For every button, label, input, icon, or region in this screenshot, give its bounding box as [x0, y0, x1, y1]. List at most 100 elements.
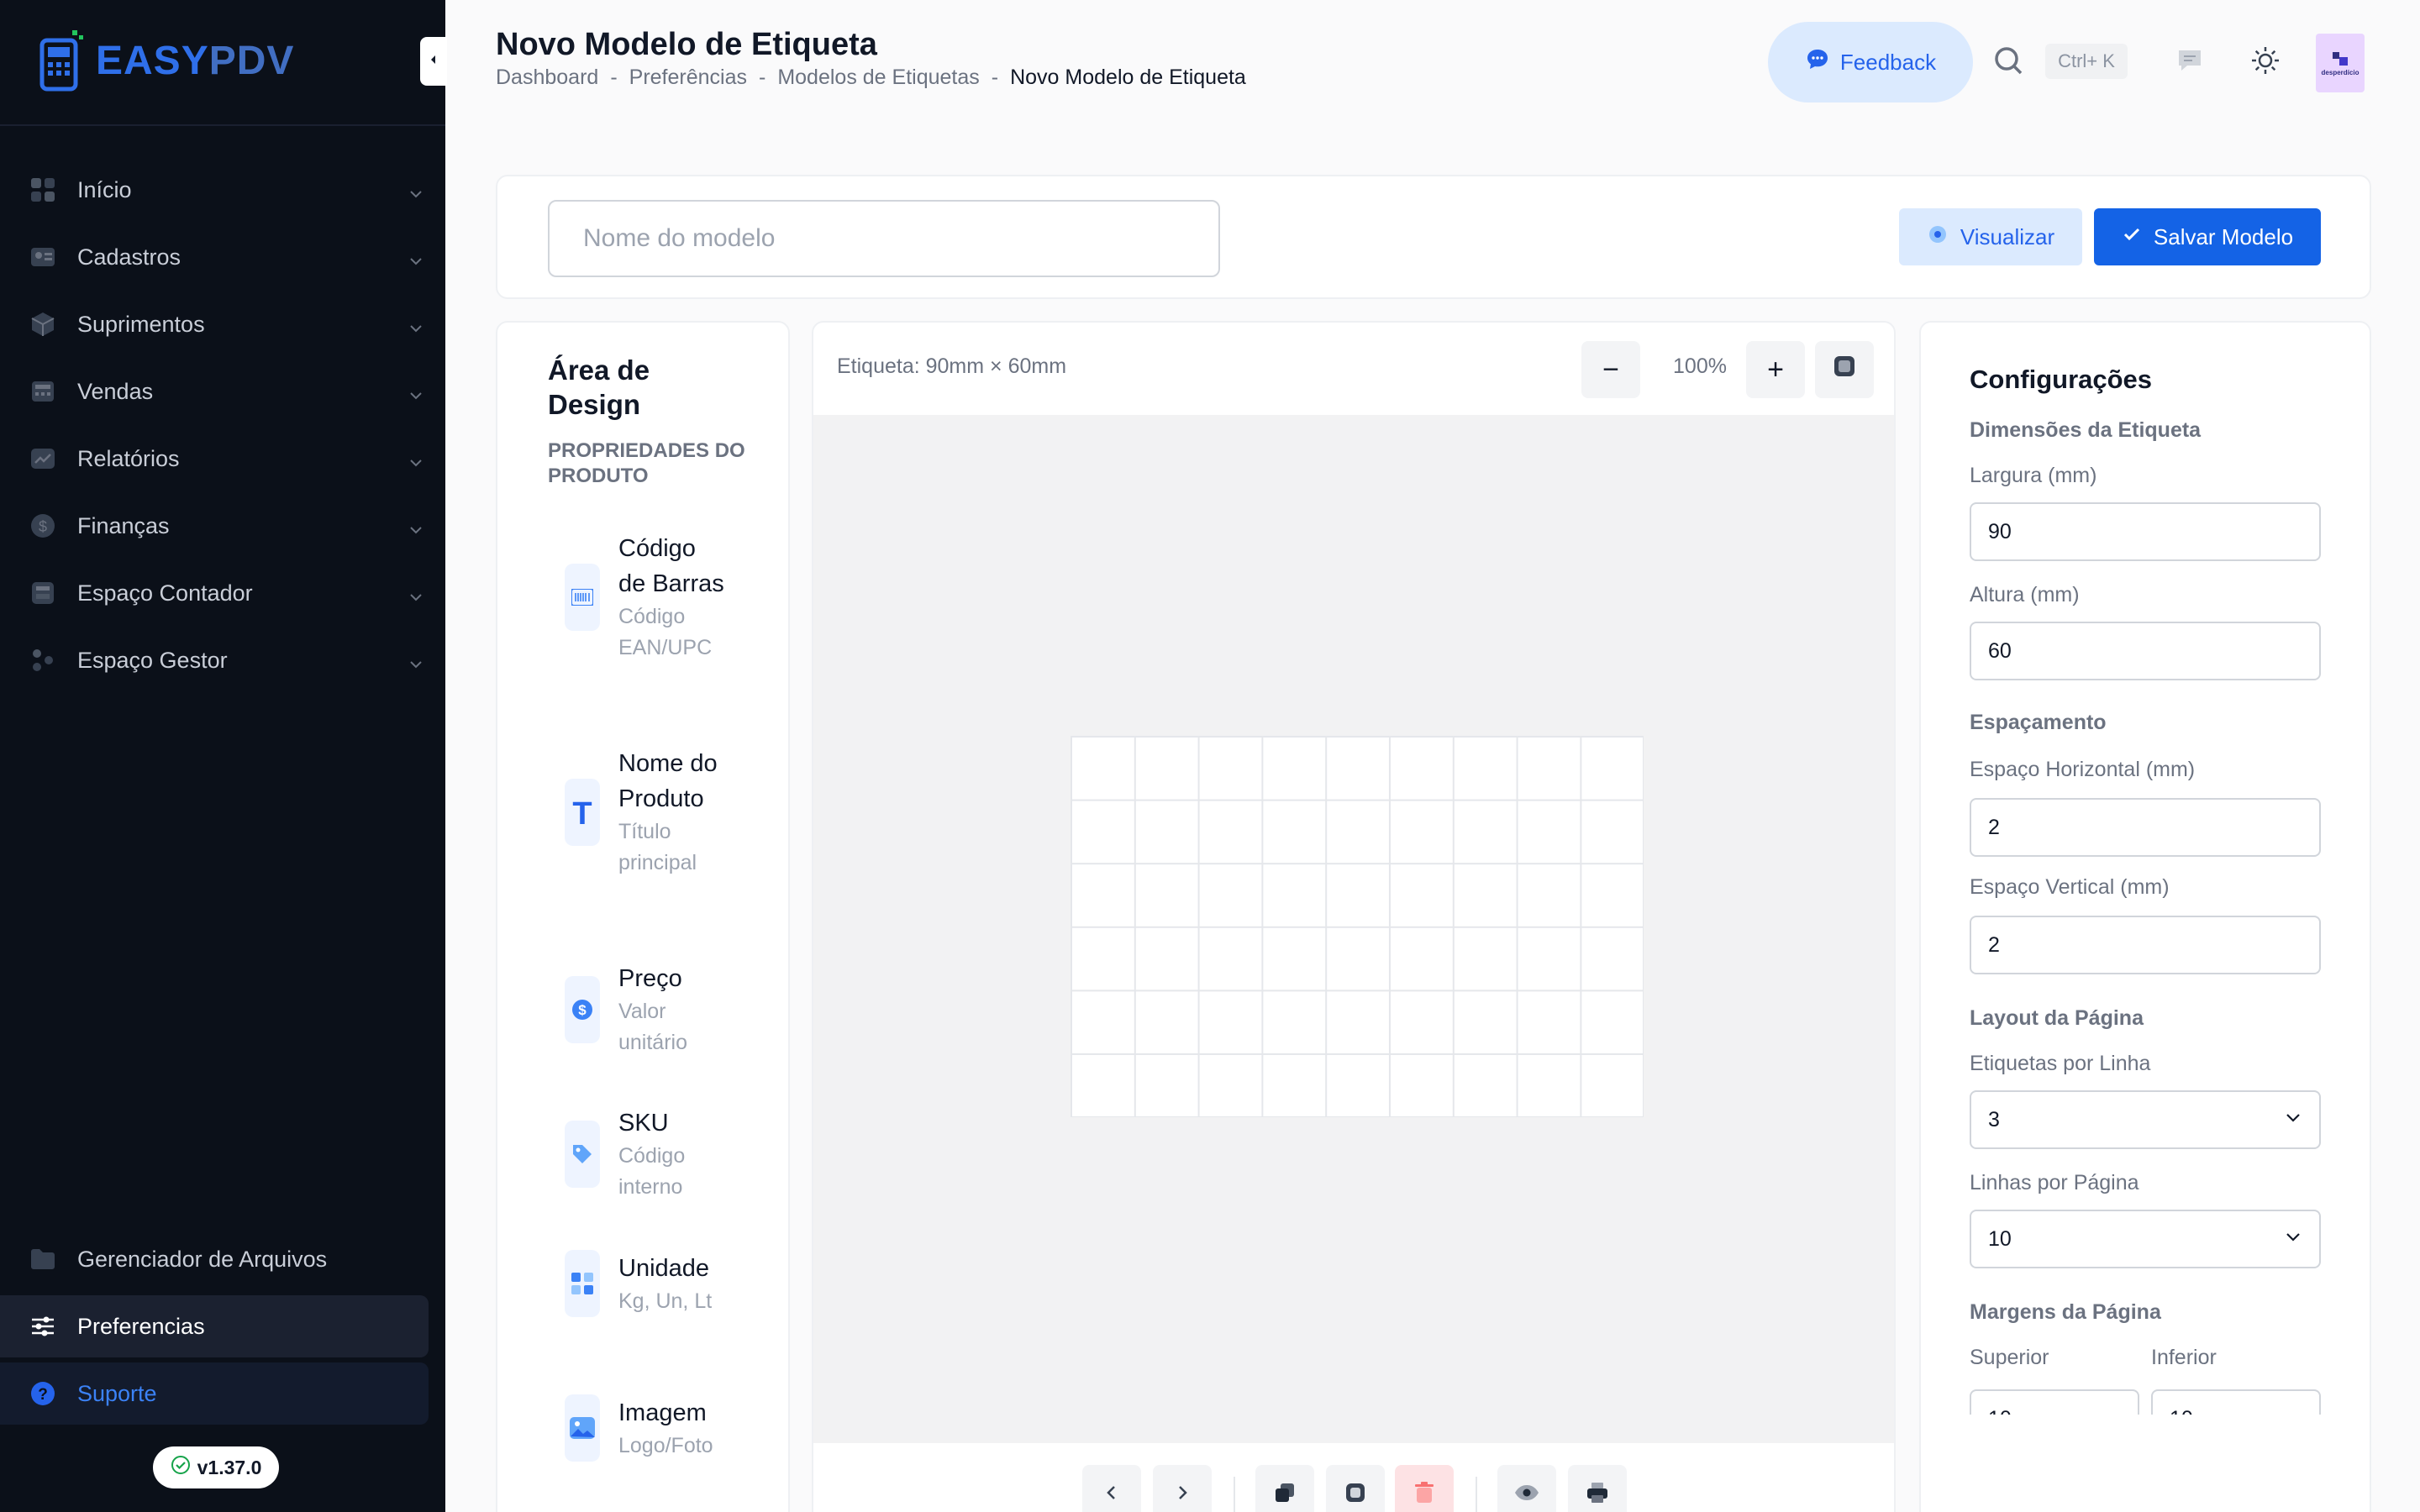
breadcrumb-preferencias[interactable]: Preferências	[629, 66, 747, 90]
sidebar-item-cadastros[interactable]: Cadastros	[0, 223, 445, 291]
sidebar-item-suporte[interactable]: ? Suporte	[0, 1362, 429, 1425]
box-icon	[29, 310, 57, 339]
check-circle-icon	[171, 1455, 191, 1480]
chevron-down-icon	[2284, 1227, 2302, 1252]
settings-title: Configurações	[1970, 365, 2153, 394]
tool-desc: Logo/Foto	[618, 1433, 713, 1457]
sidebar-item-label: Espaço Gestor	[77, 647, 228, 673]
print-button[interactable]	[1568, 1465, 1627, 1512]
duplicate-button[interactable]	[1255, 1465, 1314, 1512]
divider	[1234, 1477, 1235, 1512]
chevron-down-icon	[408, 316, 424, 342]
tool-unit[interactable]: Unidade Kg, Un, Lt	[565, 1250, 775, 1317]
feedback-label: Feedback	[1839, 49, 1937, 75]
sidebar-item-inicio[interactable]: Início	[0, 156, 445, 223]
message-icon[interactable]	[2173, 44, 2207, 77]
tool-price[interactable]: $ Preço Valor unitário	[565, 961, 775, 1058]
h-spacing-label: Espaço Horizontal (mm)	[1970, 758, 2196, 781]
section-dimensions: Dimensões da Etiqueta	[1970, 418, 2202, 442]
sidebar-item-file-manager[interactable]: Gerenciador de Arquivos	[0, 1228, 429, 1290]
sidebar-item-relatorios[interactable]: Relatórios	[0, 425, 445, 492]
model-name-input[interactable]	[548, 200, 1220, 277]
barcode-icon	[565, 564, 600, 631]
rows-select[interactable]: 10	[1970, 1210, 2321, 1268]
bottom-margin-input[interactable]: 10	[2151, 1389, 2321, 1415]
top-margin-label: Superior	[1970, 1346, 2049, 1369]
bring-front-button[interactable]	[1326, 1465, 1385, 1512]
rows-value: 10	[1988, 1226, 2012, 1251]
sidebar-item-suprimentos[interactable]: Suprimentos	[0, 291, 445, 358]
zoom-in-button[interactable]: +	[1746, 341, 1805, 398]
sun-icon[interactable]	[2249, 44, 2282, 77]
chevron-right-icon	[1173, 1483, 1192, 1506]
width-input[interactable]: 90	[1970, 502, 2321, 561]
svg-text:T: T	[572, 798, 592, 827]
divider	[1476, 1477, 1477, 1512]
delete-button[interactable]	[1395, 1465, 1454, 1512]
v-spacing-input[interactable]: 2	[1970, 916, 2321, 974]
fit-screen-button[interactable]	[1815, 341, 1874, 398]
box-icon	[2331, 50, 2349, 69]
preview-button[interactable]: Visualizar	[1899, 208, 2082, 265]
sidebar-item-espaco-contador[interactable]: Espaço Contador	[0, 559, 445, 627]
redo-button[interactable]	[1153, 1465, 1212, 1512]
breadcrumb-modelos[interactable]: Modelos de Etiquetas	[777, 66, 979, 90]
undo-button[interactable]	[1082, 1465, 1141, 1512]
svg-text:?: ?	[38, 1386, 48, 1404]
eye-icon	[1927, 223, 1949, 251]
search-shortcut: Ctrl+ K	[2045, 44, 2128, 79]
bottom-margin-label: Inferior	[2151, 1346, 2217, 1369]
breadcrumb-separator: -	[610, 66, 618, 89]
chevron-down-icon	[408, 383, 424, 409]
per-row-select[interactable]: 3	[1970, 1090, 2321, 1149]
tool-product-name[interactable]: T Nome do Produto Título principal	[565, 746, 775, 879]
sidebar-item-espaco-gestor[interactable]: Espaço Gestor	[0, 627, 445, 694]
chevron-down-icon	[408, 450, 424, 476]
sidebar-item-financas[interactable]: $ Finanças	[0, 492, 445, 559]
sidebar-item-label: Vendas	[77, 378, 154, 404]
section-spacing: Espaçamento	[1970, 711, 2107, 734]
sidebar-item-vendas[interactable]: Vendas	[0, 358, 445, 425]
logo-text: EASYPDV	[96, 38, 295, 83]
sidebar-item-label: Preferencias	[77, 1313, 205, 1339]
page-title: Novo Modelo de Etiqueta	[496, 27, 877, 62]
rows-label: Linhas por Página	[1970, 1171, 2139, 1194]
height-input[interactable]: 60	[1970, 622, 2321, 680]
breadcrumb-dashboard[interactable]: Dashboard	[496, 66, 598, 90]
sidebar-item-label: Gerenciador de Arquivos	[77, 1246, 328, 1272]
zoom-out-button[interactable]: −	[1581, 341, 1640, 398]
dashboard-icon	[29, 176, 57, 204]
trash-icon	[1413, 1481, 1435, 1509]
h-spacing-input[interactable]: 2	[1970, 798, 2321, 857]
tool-desc: Título principal	[618, 820, 697, 874]
tool-image[interactable]: Imagem Logo/Foto	[565, 1394, 775, 1462]
top-margin-input[interactable]: 10	[1970, 1389, 2139, 1415]
search-icon[interactable]	[1993, 45, 2025, 81]
section-page-margins: Margens da Página	[1970, 1300, 2161, 1324]
settings-panel: Configurações Dimensões da Etiqueta Larg…	[1919, 321, 2371, 1512]
tool-desc: Valor unitário	[618, 1000, 687, 1054]
app-logo[interactable]: EASYPDV	[39, 29, 294, 92]
label-size-text: Etiqueta: 90mm × 60mm	[837, 354, 1067, 378]
tool-barcode[interactable]: Código de Barras Código EAN/UPC	[565, 531, 775, 664]
save-button[interactable]: Salvar Modelo	[2094, 208, 2321, 265]
preview-canvas-button[interactable]	[1497, 1465, 1556, 1512]
sidebar-item-label: Início	[77, 176, 132, 202]
sidebar-item-label: Relatórios	[77, 445, 180, 471]
design-panel: Área de Design PROPRIEDADES DO PRODUTO C…	[496, 321, 790, 1512]
settings-scroll-area[interactable]: Configurações Dimensões da Etiqueta Larg…	[1970, 323, 2323, 1415]
check-icon	[2122, 224, 2142, 250]
canvas-area[interactable]	[813, 415, 1894, 1443]
avatar[interactable]: desperdício	[2316, 34, 2365, 92]
breadcrumb: Dashboard - Preferências - Modelos de Et…	[496, 66, 1246, 90]
label-canvas[interactable]	[1071, 736, 1644, 1117]
sidebar-item-preferencias[interactable]: Preferencias	[0, 1295, 429, 1357]
feedback-button[interactable]: Feedback	[1768, 22, 1973, 102]
avatar-text: desperdício	[2321, 68, 2360, 76]
tool-desc: Código EAN/UPC	[618, 605, 713, 659]
collapse-sidebar-button[interactable]	[420, 37, 447, 86]
copy-icon	[1273, 1481, 1297, 1509]
version-text: v1.37.0	[197, 1456, 262, 1478]
tool-sku[interactable]: SKU Código interno	[565, 1105, 775, 1203]
tool-name: SKU	[618, 1110, 669, 1137]
